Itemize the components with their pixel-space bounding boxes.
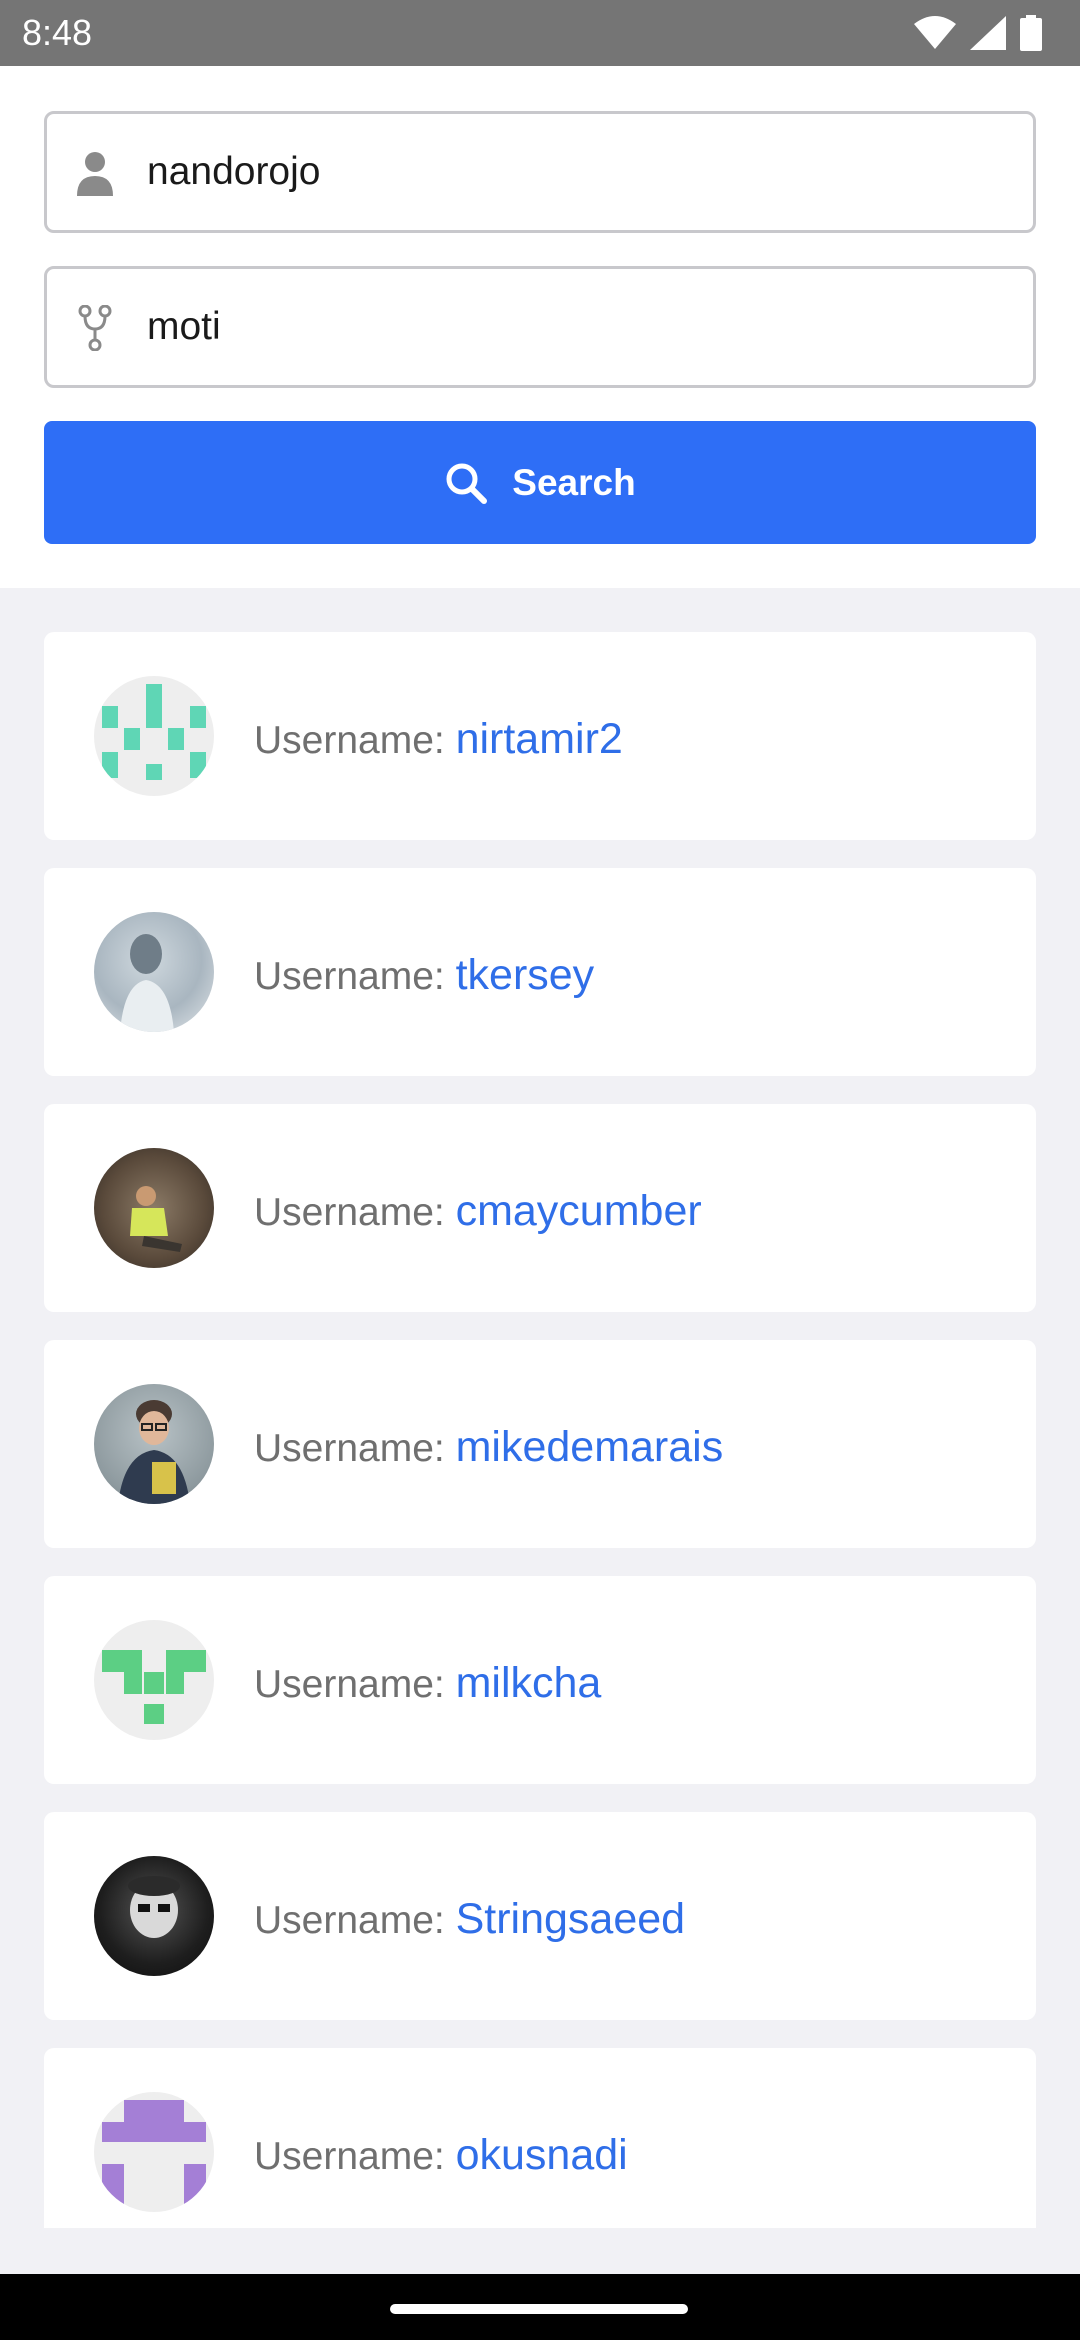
username-label: Username: <box>254 1899 445 1942</box>
list-item[interactable]: Username: Stringsaeed <box>44 1812 1036 2020</box>
list-item[interactable]: Username: nirtamir2 <box>44 632 1036 840</box>
identicon-avatar <box>102 1650 206 1724</box>
username-value[interactable]: milkcha <box>456 1659 602 1707</box>
list-item[interactable]: Username: mikedemarais <box>44 1340 1036 1548</box>
username-value[interactable]: cmaycumber <box>456 1187 702 1235</box>
search-button[interactable]: Search <box>44 421 1036 544</box>
username-value[interactable]: tkersey <box>456 951 595 999</box>
list-item[interactable]: Username: milkcha <box>44 1576 1036 1784</box>
username-label: Username: <box>254 1191 445 1234</box>
battery-icon <box>1020 15 1042 51</box>
wifi-icon <box>914 16 956 49</box>
results-list[interactable]: Username: nirtamir2 Username: tkersey Us… <box>0 588 1080 2228</box>
avatar <box>94 1148 214 1268</box>
avatar <box>94 1384 214 1504</box>
username-line: Username: mikedemarais <box>254 1340 723 1548</box>
signal-icon <box>970 16 1006 50</box>
avatar <box>94 1620 214 1740</box>
username-label: Username: <box>254 1663 445 1706</box>
status-time: 8:48 <box>22 12 93 53</box>
username-label: Username: <box>254 719 445 762</box>
username-line: Username: milkcha <box>254 1576 601 1784</box>
username-value[interactable]: mikedemarais <box>456 1423 724 1471</box>
status-bar: 8:48 <box>0 0 1080 66</box>
avatar <box>94 2092 214 2212</box>
list-item[interactable]: Username: tkersey <box>44 868 1036 1076</box>
identicon-avatar <box>102 684 206 780</box>
repo-field[interactable]: moti <box>44 266 1036 388</box>
photo-avatar <box>120 934 174 1032</box>
photo-avatar <box>118 1400 190 1504</box>
username-line: Username: okusnadi <box>254 2048 628 2228</box>
identicon-avatar <box>102 2100 206 2204</box>
username-field-value: nandorojo <box>147 150 321 193</box>
list-item[interactable]: Username: okusnadi <box>44 2048 1036 2228</box>
username-label: Username: <box>254 955 445 998</box>
username-line: Username: Stringsaeed <box>254 1812 685 2020</box>
photo-avatar <box>130 1186 182 1252</box>
search-button-label: Search <box>512 461 636 503</box>
navigation-bar <box>0 2274 1080 2340</box>
avatar <box>94 912 214 1032</box>
search-form: nandorojo moti Search <box>0 66 1080 588</box>
username-line: Username: cmaycumber <box>254 1104 702 1312</box>
list-item[interactable]: Username: cmaycumber <box>44 1104 1036 1312</box>
username-line: Username: tkersey <box>254 868 594 1076</box>
photo-avatar <box>128 1876 180 1938</box>
username-value[interactable]: okusnadi <box>456 2131 628 2179</box>
username-line: Username: nirtamir2 <box>254 632 623 840</box>
avatar <box>94 676 214 796</box>
search-icon <box>446 463 488 504</box>
status-icons <box>914 14 1042 52</box>
git-fork-icon <box>78 305 112 351</box>
username-value[interactable]: Stringsaeed <box>456 1895 686 1943</box>
person-icon <box>77 152 113 196</box>
repo-field-value: moti <box>147 305 221 348</box>
username-label: Username: <box>254 2135 445 2178</box>
username-value[interactable]: nirtamir2 <box>456 715 623 763</box>
username-field[interactable]: nandorojo <box>44 111 1036 233</box>
home-gesture-handle[interactable] <box>390 2304 688 2314</box>
avatar <box>94 1856 214 1976</box>
username-label: Username: <box>254 1427 445 1470</box>
